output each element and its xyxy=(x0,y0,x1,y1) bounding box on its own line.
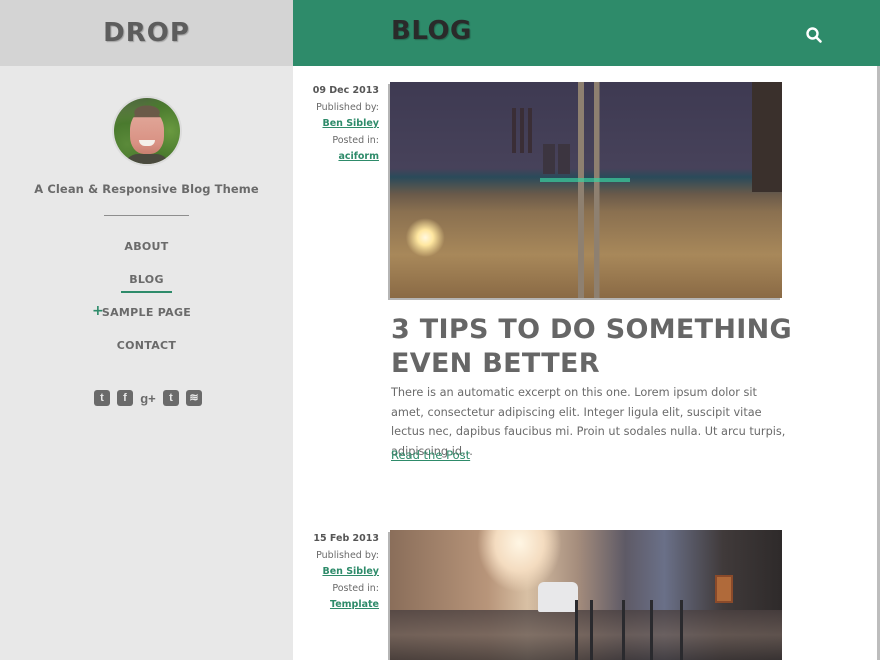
category-link[interactable]: Template xyxy=(330,599,379,610)
search-icon xyxy=(806,27,822,43)
nav-item-sample-page[interactable]: + SAMPLE PAGE xyxy=(0,303,293,339)
avatar-shirt xyxy=(124,154,170,164)
twitter-icon[interactable]: t xyxy=(94,390,110,406)
published-by-label: Published by: xyxy=(316,549,379,561)
image-detail xyxy=(390,610,782,660)
site-tagline: A Clean & Responsive Blog Theme xyxy=(34,182,259,196)
featured-image[interactable] xyxy=(390,82,782,298)
nav-item-about[interactable]: ABOUT xyxy=(0,240,293,273)
nav-link-contact[interactable]: CONTACT xyxy=(117,339,176,356)
nav-link-blog[interactable]: BLOG xyxy=(121,273,172,293)
facebook-icon[interactable]: f xyxy=(117,390,133,406)
author-link[interactable]: Ben Sibley xyxy=(322,118,379,129)
google-plus-icon[interactable]: g+ xyxy=(140,390,156,406)
posted-in-label: Posted in: xyxy=(332,134,379,146)
tumblr-icon[interactable]: t xyxy=(163,390,179,406)
image-detail xyxy=(590,600,593,660)
site-title-link[interactable]: DROP xyxy=(103,18,190,48)
image-detail xyxy=(715,575,733,603)
image-detail xyxy=(680,600,683,660)
author-link[interactable]: Ben Sibley xyxy=(322,566,379,577)
image-detail xyxy=(752,82,782,192)
nav-link-sample-page[interactable]: SAMPLE PAGE xyxy=(102,306,191,323)
nav-link-about[interactable]: ABOUT xyxy=(124,240,168,257)
image-detail xyxy=(543,144,555,174)
image-detail xyxy=(540,178,630,182)
published-by-label: Published by: xyxy=(316,101,379,113)
sidebar: DROP A Clean & Responsive Blog Theme ABO… xyxy=(0,0,293,660)
posted-in-label: Posted in: xyxy=(332,582,379,594)
post-title[interactable]: 3 TIPS TO DO SOMETHING EVEN BETTER xyxy=(391,313,811,381)
nav-item-contact[interactable]: CONTACT xyxy=(0,339,293,372)
image-detail xyxy=(650,600,653,660)
main-nav: ABOUT BLOG + SAMPLE PAGE CONTACT xyxy=(0,240,293,372)
image-detail xyxy=(520,108,524,153)
image-detail xyxy=(558,144,570,174)
nav-item-blog[interactable]: BLOG xyxy=(0,273,293,306)
featured-image[interactable] xyxy=(390,530,782,660)
image-detail xyxy=(575,600,578,660)
expand-plus-icon[interactable]: + xyxy=(92,303,104,319)
social-icons: t f g+ t ≋ xyxy=(94,390,202,406)
image-detail xyxy=(538,582,578,612)
author-avatar xyxy=(114,98,180,164)
post-meta: 09 Dec 2013 Published by: Ben Sibley Pos… xyxy=(293,83,379,166)
image-detail xyxy=(622,600,625,660)
search-button[interactable] xyxy=(805,26,823,44)
avatar-face xyxy=(130,110,164,154)
read-more-link[interactable]: Read the Post xyxy=(391,448,470,462)
image-detail xyxy=(528,108,532,153)
post-meta: 15 Feb 2013 Published by: Ben Sibley Pos… xyxy=(293,531,379,614)
tagline-divider xyxy=(104,215,189,216)
image-detail xyxy=(512,108,516,153)
main-header: BLOG xyxy=(293,0,880,66)
post-date: 15 Feb 2013 xyxy=(313,533,379,544)
rss-icon[interactable]: ≋ xyxy=(186,390,202,406)
category-link[interactable]: aciform xyxy=(338,151,379,162)
post-date: 09 Dec 2013 xyxy=(312,85,379,96)
site-header: DROP xyxy=(0,0,293,66)
page-title: BLOG xyxy=(391,16,472,46)
